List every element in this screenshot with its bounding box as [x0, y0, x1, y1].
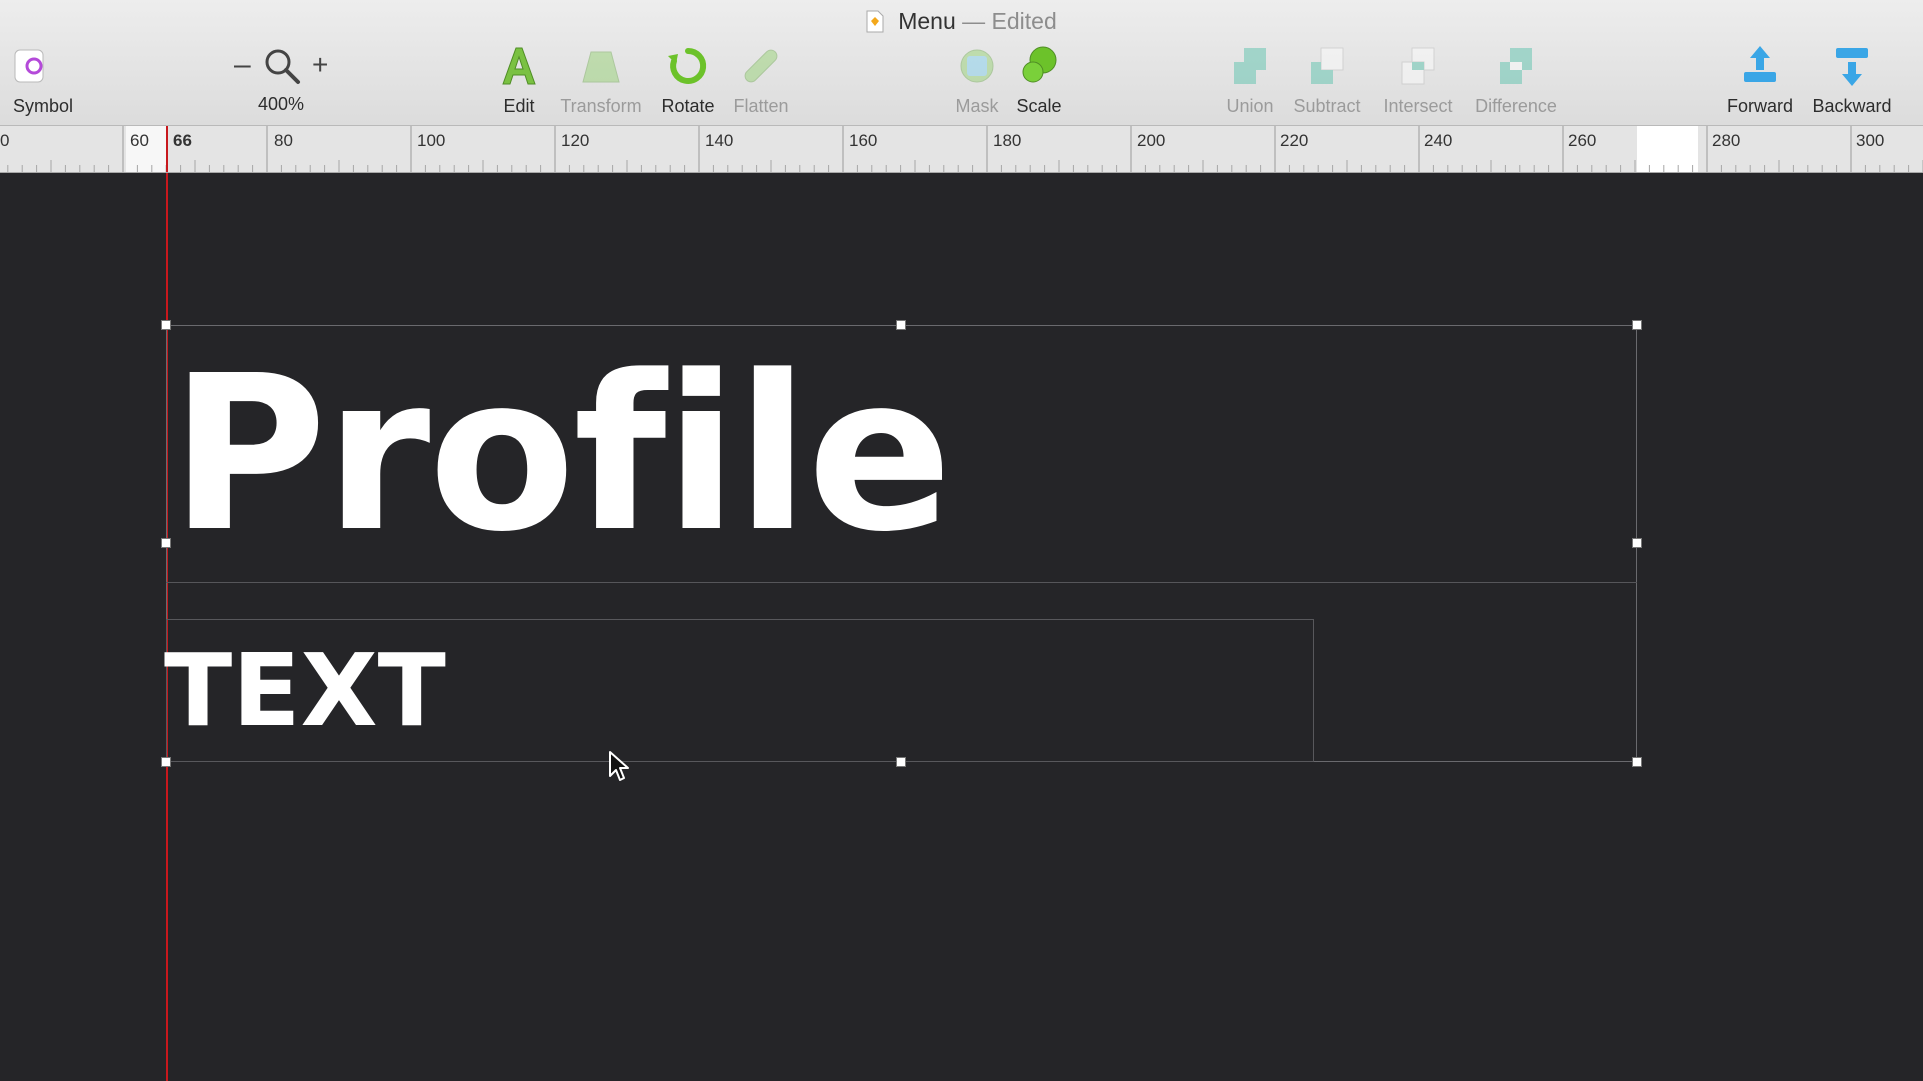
flatten-icon — [744, 49, 778, 83]
app-window: Menu — Edited Symbol – + 400% Edit Trans… — [0, 0, 1923, 1081]
ruler-label: 120 — [561, 131, 590, 150]
ruler-guide-marker[interactable] — [166, 126, 168, 172]
backward-label: Backward — [1812, 96, 1892, 116]
document-name: Menu — [898, 8, 956, 34]
ruler-label: 200 — [1137, 131, 1166, 150]
scale-label: Scale — [1016, 96, 1062, 116]
resize-handle-bottom-left[interactable] — [161, 757, 171, 767]
title-separator: — — [955, 8, 992, 34]
mouse-pointer-icon — [609, 751, 629, 781]
resize-handle-bottom-center[interactable] — [896, 757, 906, 767]
union-icon — [1234, 48, 1266, 84]
resize-handle-middle-right[interactable] — [1632, 538, 1642, 548]
backward-button[interactable]: Backward — [1797, 44, 1907, 116]
ruler-label-guide: 66 — [173, 131, 192, 150]
resize-handle-top-center[interactable] — [896, 320, 906, 330]
symbol-button[interactable]: Symbol — [0, 44, 84, 116]
ruler-label: 280 — [1712, 131, 1741, 150]
flatten-label: Flatten — [733, 96, 789, 116]
text-layer-boundary — [166, 582, 1637, 583]
resize-handle-top-left[interactable] — [161, 320, 171, 330]
ruler-label: 80 — [274, 131, 293, 150]
window-title: Menu — Edited — [0, 6, 1923, 36]
toolbar: Menu — Edited Symbol – + 400% Edit Trans… — [0, 0, 1923, 126]
edit-a-icon — [502, 47, 536, 85]
ruler-label: 260 — [1568, 131, 1597, 150]
intersect-label: Intersect — [1383, 96, 1453, 116]
ruler-label: 100 — [417, 131, 446, 150]
zoom-level: 400% — [257, 94, 305, 114]
body-text-layer[interactable]: TEXT — [164, 636, 446, 746]
ruler-label: 220 — [1280, 131, 1309, 150]
resize-handle-middle-left[interactable] — [161, 538, 171, 548]
intersect-button[interactable]: Intersect — [1363, 44, 1473, 116]
ruler-label: 300 — [1856, 131, 1885, 150]
profile-heading-text-layer[interactable]: Profile — [170, 335, 952, 575]
symbol-icon — [14, 49, 44, 83]
zoom-control: – + 400% — [228, 44, 334, 118]
ruler-label: 180 — [993, 131, 1022, 150]
horizontal-ruler[interactable]: 0 60 66 80 100 120 140 160 180 200 220 2… — [0, 126, 1923, 173]
ruler-label: 160 — [849, 131, 878, 150]
ruler-label: 60 — [130, 131, 149, 150]
transform-icon — [582, 51, 620, 83]
subtract-icon — [1311, 47, 1344, 84]
document-icon — [866, 10, 884, 33]
resize-handle-bottom-right[interactable] — [1632, 757, 1642, 767]
difference-button[interactable]: Difference — [1461, 44, 1571, 116]
zoom-out-button[interactable]: – — [234, 50, 251, 80]
zoom-in-button[interactable]: + — [312, 50, 328, 80]
difference-label: Difference — [1475, 96, 1557, 116]
flatten-button[interactable]: Flatten — [706, 44, 816, 116]
symbol-label: Symbol — [12, 96, 74, 116]
resize-handle-top-right[interactable] — [1632, 320, 1642, 330]
intersect-icon — [1401, 47, 1435, 85]
ruler-label: 140 — [705, 131, 734, 150]
scale-button[interactable]: Scale — [984, 44, 1094, 116]
difference-icon — [1500, 48, 1532, 84]
ruler-label: 240 — [1424, 131, 1453, 150]
rotate-icon — [668, 47, 707, 84]
backward-icon — [1836, 48, 1868, 86]
forward-icon — [1744, 46, 1776, 82]
document-status: Edited — [991, 8, 1057, 34]
magnifier-icon[interactable] — [262, 46, 302, 86]
ruler-label: 0 — [0, 131, 10, 150]
scale-icon — [1022, 46, 1057, 83]
